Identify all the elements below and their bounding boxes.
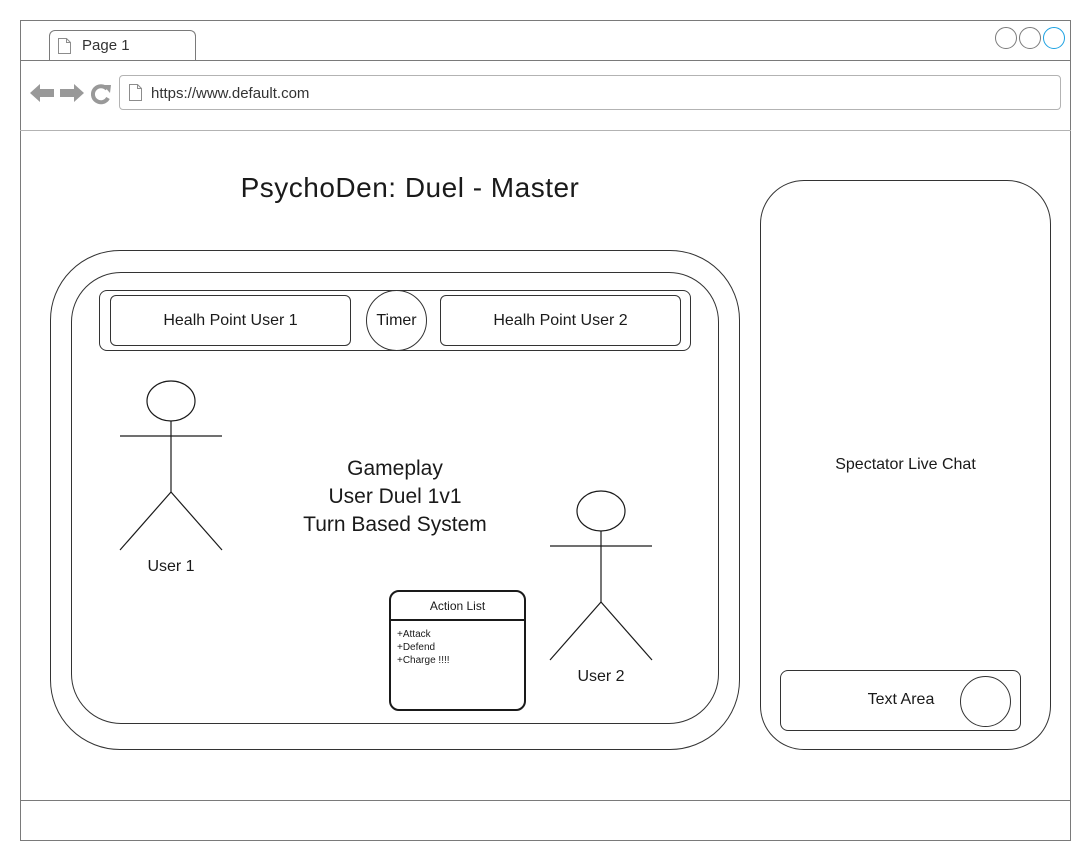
url-text: https://www.default.com — [151, 85, 310, 102]
reload-icon[interactable] — [90, 83, 112, 105]
address-bar[interactable]: https://www.default.com — [119, 75, 1061, 110]
tab-page-1[interactable]: Page 1 — [49, 30, 196, 61]
content-divider — [20, 130, 1071, 131]
action-defend[interactable]: +Defend — [397, 641, 450, 654]
window-control-button[interactable] — [1043, 27, 1065, 49]
health-point-user-2-label: Healh Point User 2 — [493, 311, 628, 329]
timer: Timer — [366, 290, 427, 351]
tab-strip-divider — [20, 60, 1071, 61]
forward-arrow-icon[interactable] — [60, 84, 84, 102]
window-control-button[interactable] — [1019, 27, 1041, 49]
health-point-user-1: Healh Point User 1 — [110, 295, 351, 346]
user-2-label: User 2 — [577, 668, 625, 685]
user-1-avatar — [119, 380, 223, 552]
gameplay-line: User Duel 1v1 — [328, 485, 462, 508]
action-charge[interactable]: +Charge !!!! — [397, 654, 450, 667]
chat-send-button[interactable] — [960, 676, 1011, 727]
health-point-user-2: Healh Point User 2 — [440, 295, 681, 346]
gameplay-line: Turn Based System — [303, 513, 487, 536]
page-icon — [58, 38, 71, 54]
spectator-chat-label: Spectator Live Chat — [835, 456, 976, 473]
health-point-user-1-label: Healh Point User 1 — [163, 311, 298, 329]
page-title: PsychoDen: Duel - Master — [240, 172, 580, 203]
action-list-title: Action List — [391, 592, 524, 621]
gameplay-line: Gameplay — [347, 457, 443, 480]
action-list-items: +Attack +Defend +Charge !!!! — [397, 628, 450, 667]
window-control-button[interactable] — [995, 27, 1017, 49]
tab-label: Page 1 — [82, 37, 130, 54]
page-icon — [129, 84, 142, 101]
back-arrow-icon[interactable] — [30, 84, 54, 102]
gameplay-description: Gameplay User Duel 1v1 Turn Based System — [245, 455, 545, 539]
timer-label: Timer — [376, 311, 417, 329]
action-list[interactable]: Action List +Attack +Defend +Charge !!!! — [389, 590, 526, 711]
status-bar-divider — [20, 800, 1071, 801]
user-1-label: User 1 — [147, 558, 195, 575]
user-2-avatar — [549, 490, 653, 662]
action-attack[interactable]: +Attack — [397, 628, 450, 641]
